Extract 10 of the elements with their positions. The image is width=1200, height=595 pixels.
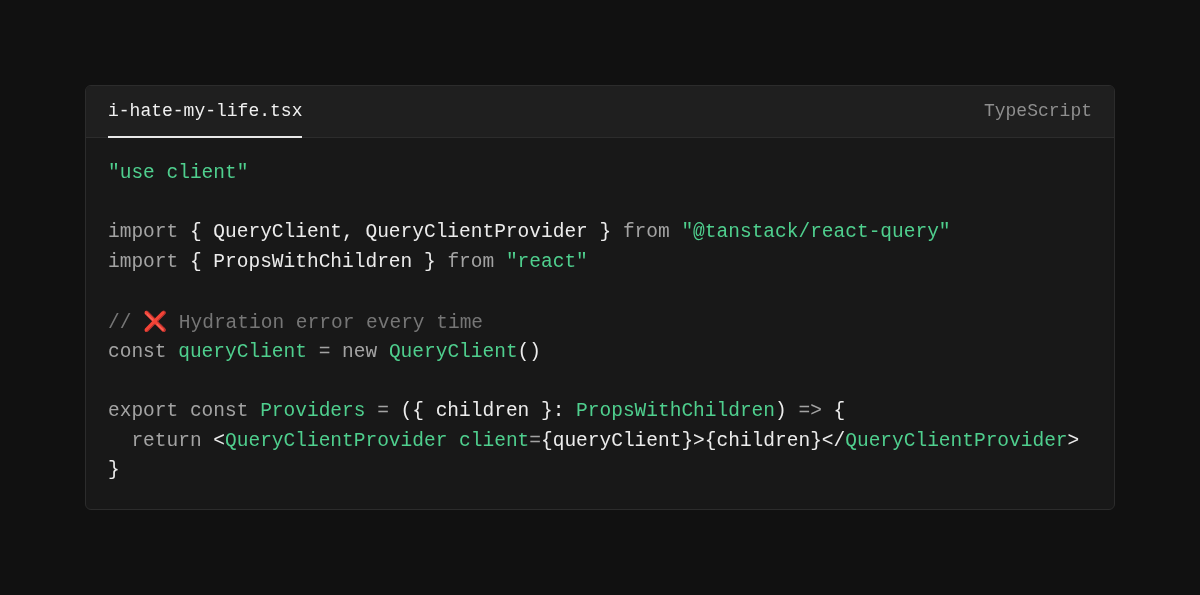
code-line: // ❌ Hydration error every time xyxy=(108,308,484,336)
code-line: } xyxy=(108,458,120,483)
language-label: TypeScript xyxy=(983,100,1092,123)
code-line: import { PropsWithChildren } from "react" xyxy=(108,249,588,275)
code-line: "use client" xyxy=(108,161,249,186)
code-line: const queryClient = new QueryClient() xyxy=(108,340,541,365)
code-line: return <QueryClientProvider client={queryClient}>{children}</QueryClientProvider> xyxy=(130,428,1080,454)
code-line: export const Providers = ({ children }: PropsWithChildren) => { xyxy=(108,399,846,424)
code-line: import { QueryClient, QueryClientProvider } from "@tanstack/react-query" xyxy=(108,220,951,245)
file-tab[interactable]: i-hate-my-life.tsx xyxy=(108,86,303,138)
